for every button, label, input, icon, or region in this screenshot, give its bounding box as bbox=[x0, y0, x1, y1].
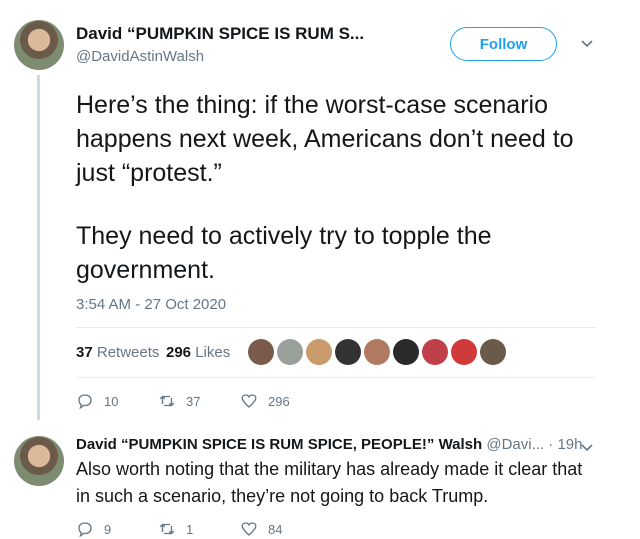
reply-author-avatar[interactable] bbox=[14, 436, 64, 486]
liker-avatar[interactable] bbox=[422, 339, 448, 365]
reply-icon bbox=[78, 522, 92, 538]
chevron-down-icon[interactable] bbox=[580, 36, 594, 53]
retweet-icon bbox=[159, 523, 175, 535]
liker-avatar[interactable] bbox=[364, 339, 390, 365]
liker-avatar[interactable] bbox=[451, 339, 477, 365]
divider-bottom bbox=[76, 377, 596, 378]
reply-retweet-count: 1 bbox=[186, 521, 194, 537]
retweet-action[interactable]: 37 bbox=[158, 392, 200, 410]
author-display-name[interactable]: David “PUMPKIN SPICE IS RUM S... bbox=[76, 24, 364, 44]
retweets-stat[interactable]: 37 Retweets bbox=[76, 344, 159, 361]
retweets-label: Retweets bbox=[96, 344, 160, 361]
tweet-text-paragraph-2: They need to actively try to topple the … bbox=[76, 222, 492, 284]
reply-display-name[interactable]: David “PUMPKIN SPICE IS RUM SPICE, PEOPL… bbox=[76, 436, 482, 453]
likes-stat[interactable]: 296 Likes bbox=[166, 344, 230, 361]
likes-label: Likes bbox=[195, 344, 231, 361]
reply-icon bbox=[78, 394, 92, 410]
reply-retweet-action[interactable]: 1 bbox=[158, 520, 193, 538]
thread-connector-line bbox=[37, 75, 40, 420]
heart-icon bbox=[241, 522, 257, 536]
like-action[interactable]: 296 bbox=[240, 392, 290, 410]
liker-avatar[interactable] bbox=[335, 339, 361, 365]
liker-avatar[interactable] bbox=[393, 339, 419, 365]
reply-like-count: 84 bbox=[268, 521, 283, 537]
reply-like-action[interactable]: 84 bbox=[240, 520, 282, 538]
reply-reply-count: 9 bbox=[104, 521, 112, 537]
liker-avatar[interactable] bbox=[277, 339, 303, 365]
tweet-text-paragraph-1: Here’s the thing: if the worst-case scen… bbox=[76, 91, 574, 187]
liker-avatars bbox=[248, 339, 509, 365]
author-avatar[interactable] bbox=[14, 20, 64, 70]
liker-avatar[interactable] bbox=[480, 339, 506, 365]
reply-header: David “PUMPKIN SPICE IS RUM SPICE, PEOPL… bbox=[76, 436, 582, 453]
liker-avatar[interactable] bbox=[306, 339, 332, 365]
reply-handle[interactable]: @Davi... bbox=[486, 436, 544, 453]
reply-time[interactable]: 19h bbox=[557, 436, 582, 453]
likes-count: 296 bbox=[166, 344, 192, 361]
tweet-timestamp[interactable]: 3:54 AM - 27 Oct 2020 bbox=[76, 296, 226, 313]
like-count: 296 bbox=[268, 393, 290, 409]
follow-button[interactable]: Follow bbox=[450, 27, 557, 61]
author-handle[interactable]: @DavidAstinWalsh bbox=[76, 48, 204, 65]
retweet-icon bbox=[159, 395, 175, 407]
reply-text: Also worth noting that the military has … bbox=[76, 459, 583, 506]
retweet-count: 37 bbox=[186, 393, 201, 409]
reply-action[interactable]: 10 bbox=[76, 392, 118, 410]
reply-count: 10 bbox=[104, 393, 119, 409]
reply-reply-action[interactable]: 9 bbox=[76, 520, 111, 538]
liker-avatar[interactable] bbox=[248, 339, 274, 365]
reply-chevron-down-icon[interactable] bbox=[580, 440, 594, 457]
heart-icon bbox=[241, 394, 257, 408]
divider-top bbox=[76, 327, 596, 328]
retweets-count: 37 bbox=[76, 344, 93, 361]
reply-separator: · bbox=[548, 436, 554, 453]
